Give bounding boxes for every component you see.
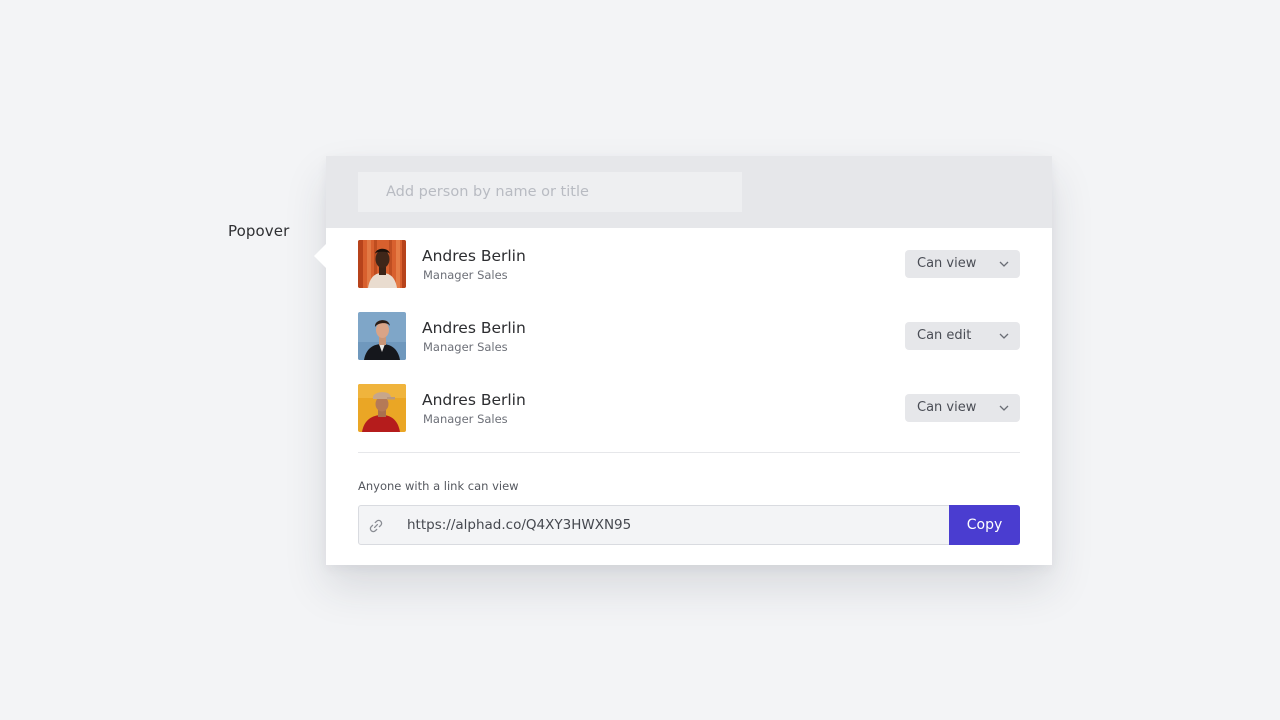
share-link-row: https://alphad.co/Q4XY3HWXN95 Copy [358, 505, 1020, 545]
person-title: Manager Sales [423, 412, 508, 426]
permission-select[interactable]: Can view [905, 250, 1020, 278]
person-row: Andres Berlin Manager Sales Can view [358, 240, 1020, 288]
person-title: Manager Sales [423, 268, 508, 282]
popover-header [326, 156, 1052, 228]
person-name: Andres Berlin [422, 319, 526, 337]
permission-label: Can view [917, 400, 977, 415]
add-person-search-input[interactable] [358, 172, 742, 212]
chevron-down-icon [999, 261, 1009, 267]
permission-select[interactable]: Can edit [905, 322, 1020, 350]
permission-label: Can edit [917, 328, 972, 343]
share-link-url: https://alphad.co/Q4XY3HWXN95 [407, 517, 632, 533]
person-row: Andres Berlin Manager Sales Can edit [358, 312, 1020, 360]
link-icon-box [358, 505, 393, 545]
avatar [358, 240, 406, 288]
copy-link-button[interactable]: Copy [949, 505, 1020, 545]
permission-label: Can view [917, 256, 977, 271]
permission-select[interactable]: Can view [905, 394, 1020, 422]
popover-annotation-label: Popover [228, 222, 290, 240]
person-row: Andres Berlin Manager Sales Can view [358, 384, 1020, 432]
share-popover: Andres Berlin Manager Sales Can view And… [314, 156, 1052, 565]
person-name: Andres Berlin [422, 247, 526, 265]
share-link-field[interactable]: https://alphad.co/Q4XY3HWXN95 [392, 505, 950, 545]
popover-arrow [314, 244, 326, 268]
share-link-caption: Anyone with a link can view [358, 479, 519, 493]
avatar [358, 312, 406, 360]
person-name: Andres Berlin [422, 391, 526, 409]
avatar [358, 384, 406, 432]
chevron-down-icon [999, 405, 1009, 411]
section-divider [358, 452, 1020, 453]
link-icon [369, 519, 383, 533]
chevron-down-icon [999, 333, 1009, 339]
person-title: Manager Sales [423, 340, 508, 354]
